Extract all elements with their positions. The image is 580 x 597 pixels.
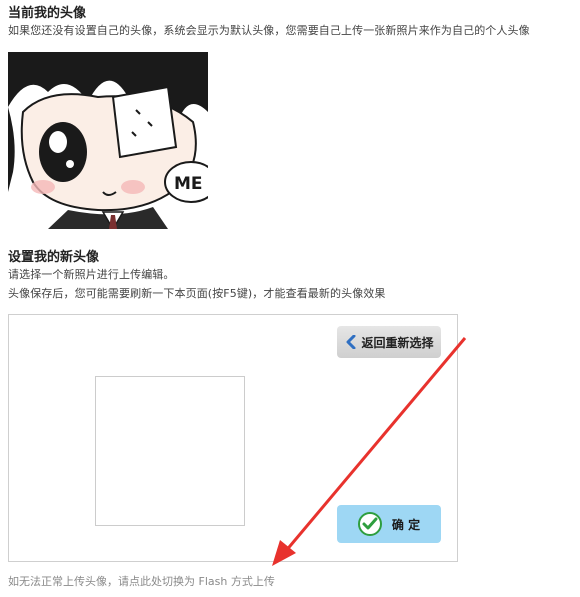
new-avatar-instruction: 请选择一个新照片进行上传编辑。 xyxy=(8,268,175,281)
avatar-illustration: ME xyxy=(8,52,208,229)
upload-panel: 返回重新选择 确 定 xyxy=(8,314,458,562)
current-avatar-description: 如果您还没有设置自己的头像，系统会显示为默认头像，您需要自己上传一张新照片来作为… xyxy=(8,24,530,37)
speech-bubble-text: ME xyxy=(174,174,203,194)
current-avatar-title: 当前我的头像 xyxy=(8,6,87,21)
back-reselect-label: 返回重新选择 xyxy=(361,335,434,350)
confirm-button[interactable]: 确 定 xyxy=(337,505,441,543)
avatar: ME xyxy=(8,52,208,229)
chevron-left-icon xyxy=(346,335,356,349)
new-avatar-title: 设置我的新头像 xyxy=(8,250,100,265)
check-circle-icon xyxy=(357,512,382,536)
back-reselect-button[interactable]: 返回重新选择 xyxy=(337,326,441,358)
new-avatar-note: 头像保存后，您可能需要刷新一下本页面(按F5键)，才能查看最新的头像效果 xyxy=(8,287,386,300)
flash-upload-link[interactable]: 如无法正常上传头像，请点此处切换为 Flash 方式上传 xyxy=(8,573,275,589)
confirm-label: 确 定 xyxy=(391,517,421,532)
crop-preview-box[interactable] xyxy=(95,376,245,526)
